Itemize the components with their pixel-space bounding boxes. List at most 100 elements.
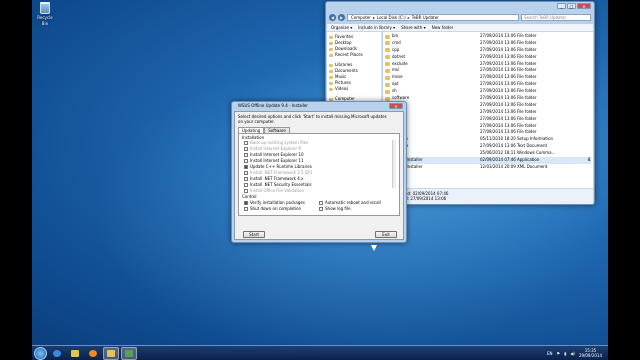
file-size: [582, 95, 591, 102]
checkbox[interactable]: [244, 147, 248, 151]
options-scrollbar[interactable]: [392, 140, 396, 188]
back-icon[interactable]: ◀: [329, 14, 336, 21]
taskbar-explorer-active[interactable]: [103, 346, 119, 360]
file-type: File folder: [517, 33, 537, 38]
control-option[interactable]: Show log file: [319, 206, 351, 212]
taskbar-ie[interactable]: [49, 347, 65, 360]
file-row[interactable]: wddefs27/09/2014 13:06File folder: [385, 116, 591, 123]
file-row[interactable]: cpp 27/09/2014 13:06 File folder: [385, 47, 591, 54]
maximize-button[interactable]: □: [567, 3, 576, 9]
folder-icon: [385, 82, 390, 87]
taskbar-media-player[interactable]: [85, 347, 101, 360]
file-type: File folder: [517, 108, 537, 114]
nav-item-icon: [329, 69, 333, 73]
breadcrumb-item[interactable]: TeBR Updater: [412, 15, 439, 20]
forward-icon[interactable]: ▶: [338, 14, 345, 21]
search-input[interactable]: Search TeBR Updater: [521, 14, 591, 21]
file-row[interactable]: w6127/09/2014 13:06File folder: [385, 109, 591, 116]
file-row[interactable]: opt 27/09/2014 13:06 File folder: [385, 81, 591, 88]
address-bar[interactable]: Computer ▸ Local Disk (C:) ▸ TeBR Updater: [347, 14, 519, 21]
checkbox[interactable]: [244, 153, 248, 157]
checkbox[interactable]: [244, 165, 248, 169]
taskbar-wsus-active[interactable]: [121, 346, 137, 360]
file-row[interactable]: Autorun05/11/2010 18:20Setup Information…: [385, 136, 591, 143]
folder-icon: [385, 34, 390, 39]
file-row[interactable]: sh 27/09/2014 13:06 File folder: [385, 88, 591, 95]
file-size: [582, 123, 591, 130]
organize-button[interactable]: Organize ▾: [331, 25, 352, 30]
file-size: [582, 61, 591, 68]
breadcrumb-item[interactable]: Local Disk (C:): [377, 15, 406, 20]
new-folder-button[interactable]: New folder: [432, 25, 454, 30]
file-date: 27/09/2014 13:06: [480, 39, 516, 45]
folder-icon: [385, 41, 390, 46]
file-row[interactable]: software 27/09/2014 13:06 File folder: [385, 95, 591, 102]
file-row[interactable]: cmd 27/09/2014 13:06 File folder: [385, 40, 591, 47]
file-type: Setup Information: [517, 136, 554, 142]
file-type: File folder: [517, 122, 537, 128]
nav-item-icon: [329, 75, 333, 79]
include-library-button[interactable]: Include in library ▾: [358, 25, 395, 30]
flag-icon[interactable]: ⚑: [557, 351, 561, 356]
language-indicator[interactable]: EN: [547, 351, 553, 356]
start-button[interactable]: [34, 346, 47, 360]
file-date: 27/09/2014 13:06: [480, 60, 516, 66]
recycle-bin[interactable]: Recycle Bin: [34, 2, 56, 27]
file-row[interactable]: msi 27/09/2014 13:06 File folder: [385, 67, 591, 74]
file-date: 27/09/2014 13:06: [480, 122, 516, 128]
file-size: [582, 74, 591, 81]
checkbox[interactable]: [244, 177, 248, 181]
option-label: Install Office File Validation: [250, 188, 304, 193]
file-row[interactable]: Update25/06/2012 18:11Windows Comma...1 …: [385, 150, 591, 157]
minimize-button[interactable]: _: [557, 3, 566, 9]
breadcrumb-item[interactable]: Computer: [351, 15, 371, 20]
options-panel: Installation Back up existing system fil…: [238, 133, 400, 216]
control-option[interactable]: Shut down on completion: [244, 206, 301, 212]
file-row[interactable]: static27/09/2014 13:06File folder: [385, 102, 591, 109]
taskbar-explorer[interactable]: [67, 347, 83, 360]
checkbox[interactable]: [244, 189, 248, 193]
file-size: 1 KB: [582, 164, 591, 171]
file-type: Windows Comma...: [517, 150, 556, 156]
file-name: opt: [392, 81, 399, 87]
checkbox[interactable]: [244, 183, 248, 187]
checkbox[interactable]: [244, 159, 248, 163]
network-icon[interactable]: ▮: [564, 351, 566, 356]
nav-item-icon: [329, 47, 333, 51]
checkbox[interactable]: [319, 201, 323, 205]
file-row[interactable]: wsus27/09/2014 13:06File folder: [385, 129, 591, 136]
exit-button[interactable]: Exit: [375, 231, 397, 238]
file-row[interactable]: msse 27/09/2014 13:06 File folder: [385, 74, 591, 81]
file-row[interactable]: exclude 27/09/2014 13:06 File folder: [385, 61, 591, 68]
checkbox[interactable]: [319, 207, 323, 211]
start-button[interactable]: Start: [243, 231, 265, 238]
checkbox[interactable]: [244, 171, 248, 175]
nav-item-icon: [329, 41, 333, 45]
file-row[interactable]: buildate27/09/2014 13:06Text Document1 K…: [385, 143, 591, 150]
file-row[interactable]: UpdateInstaller 02/09/2014 07:46 Applicati…: [385, 157, 591, 164]
volume-icon[interactable]: ◀): [570, 351, 575, 356]
file-row[interactable]: win27/09/2014 13:06File folder: [385, 123, 591, 130]
file-type: File folder: [517, 74, 537, 80]
file-row[interactable]: dotnet 27/09/2014 13:06 File folder: [385, 54, 591, 61]
file-size: [582, 109, 591, 116]
command-bar: Organize ▾ Include in library ▾ Share wi…: [327, 24, 593, 32]
taskbar: EN ⚑ ▮ ◀) 15:35 29/09/2014: [32, 345, 608, 360]
file-row[interactable]: UpdateInstaller 12/03/2014 20:09 XML Docum…: [385, 164, 591, 171]
file-row[interactable]: bin 27/09/2014 13:06 File folder: [385, 33, 591, 40]
file-name: msi: [392, 67, 400, 73]
checkbox[interactable]: [244, 201, 248, 205]
checkbox[interactable]: [244, 207, 248, 211]
close-button[interactable]: ✕: [577, 3, 591, 9]
installer-body: Select desired options and click 'Start'…: [234, 111, 404, 240]
share-with-button[interactable]: Share with ▾: [401, 25, 426, 30]
file-date: 27/09/2014 13:06: [480, 74, 516, 80]
close-button[interactable]: ✕: [389, 103, 403, 109]
file-type: XML Document: [517, 163, 548, 169]
checkbox[interactable]: [244, 141, 248, 145]
file-type: File folder: [517, 67, 537, 73]
control-group-label: Control: [242, 194, 257, 199]
file-size: [582, 40, 591, 47]
clock[interactable]: 15:35 29/09/2014: [579, 348, 602, 358]
folder-icon: [385, 75, 390, 80]
